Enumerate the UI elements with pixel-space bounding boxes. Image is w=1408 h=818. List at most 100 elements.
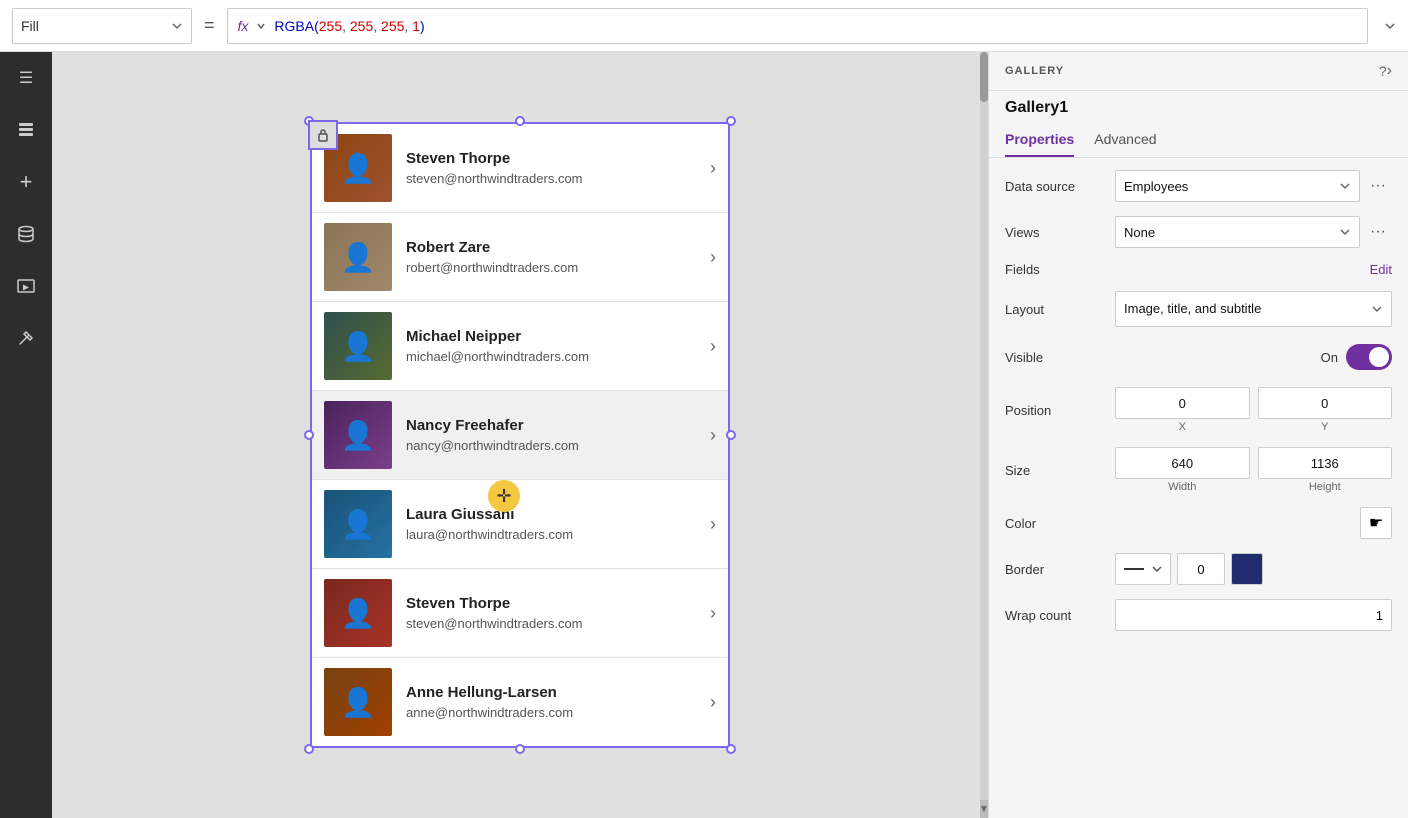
equals-sign: = [200,15,219,36]
handle-br[interactable] [726,744,736,754]
gallery-item[interactable]: 👤 Laura Giussani laura@northwindtraders.… [312,480,728,569]
data-source-selected: Employees [1124,179,1339,194]
views-dropdown[interactable]: None [1115,216,1360,248]
add-icon[interactable]: + [8,164,44,200]
canvas-scroll-down[interactable]: ▼ [980,800,988,818]
data-source-value: Employees ··· [1115,170,1392,202]
position-x-input[interactable] [1115,387,1250,419]
handle-tr[interactable] [726,116,736,126]
color-label: Color [1005,516,1115,531]
border-thickness-input[interactable] [1177,553,1225,585]
canvas-scrollbar-thumb[interactable] [980,52,988,102]
gallery-item[interactable]: 👤 Robert Zare robert@northwindtraders.co… [312,213,728,302]
position-label: Position [1005,403,1115,418]
item-chevron-icon[interactable]: › [710,336,716,357]
panel-collapse-button[interactable]: › [1387,62,1392,80]
layers-icon[interactable] [8,112,44,148]
border-style-button[interactable] [1115,553,1171,585]
size-width-col: Width [1115,447,1250,493]
wrap-count-input[interactable] [1115,599,1392,631]
size-height-col: Height [1258,447,1393,493]
visible-row: Visible On [1005,341,1392,373]
item-chevron-icon[interactable]: › [710,158,716,179]
tab-properties[interactable]: Properties [1005,123,1074,157]
views-label: Views [1005,225,1115,240]
formula-bar-chevron-icon[interactable] [1384,20,1396,32]
position-y-input[interactable] [1258,387,1393,419]
views-row: Views None ··· [1005,216,1392,248]
gallery-item[interactable]: 👤 Nancy Freehafer nancy@northwindtraders… [312,391,728,480]
employee-email: steven@northwindtraders.com [406,171,704,186]
gallery-item[interactable]: 👤 Steven Thorpe steven@northwindtraders.… [312,124,728,213]
border-color-button[interactable] [1231,553,1263,585]
item-chevron-icon[interactable]: › [710,603,716,624]
item-chevron-icon[interactable]: › [710,425,716,446]
tab-advanced[interactable]: Advanced [1094,123,1156,157]
employee-name: Laura Giussani [406,506,704,523]
move-cursor-icon[interactable]: ✛ [488,480,520,512]
gallery-info: Michael Neipper michael@northwindtraders… [392,328,704,364]
gallery-info: Laura Giussani laura@northwindtraders.co… [392,506,704,542]
visible-toggle[interactable] [1346,344,1392,370]
gallery-info: Steven Thorpe steven@northwindtraders.co… [392,595,704,631]
gallery-info: Robert Zare robert@northwindtraders.com [392,239,704,275]
fill-select[interactable]: Fill [12,8,192,44]
fields-label: Fields [1005,262,1370,277]
help-icon[interactable]: ? [1379,63,1387,79]
position-xy: X Y [1115,387,1392,433]
color-picker-button[interactable]: ☛ [1360,507,1392,539]
handle-bm[interactable] [515,744,525,754]
gallery-item[interactable]: 👤 Michael Neipper michael@northwindtrade… [312,302,728,391]
canvas-area[interactable]: ✛ 👤 Steven Thorpe steven@northwindtrader… [52,52,988,818]
color-row: Color ☛ [1005,507,1392,539]
border-style-chevron-icon [1152,564,1162,574]
employee-name: Steven Thorpe [406,150,704,167]
wrap-count-row: Wrap count [1005,599,1392,631]
data-source-more-button[interactable]: ··· [1364,172,1392,200]
gallery-widget[interactable]: 👤 Steven Thorpe steven@northwindtraders.… [310,122,730,748]
size-inputs: Width Height [1115,447,1392,493]
employee-name: Robert Zare [406,239,704,256]
toggle-knob [1369,347,1389,367]
formula-bar[interactable]: fx RGBA(255, 255, 255, 1) [227,8,1368,44]
fx-chevron-icon [256,21,266,31]
avatar: 👤 [324,401,392,469]
position-x-col: X [1115,387,1250,433]
item-chevron-icon[interactable]: › [710,514,716,535]
canvas-scrollbar[interactable]: ▼ [980,52,988,818]
position-row: Position X Y [1005,387,1392,433]
views-chevron-icon [1339,226,1351,238]
data-source-dropdown[interactable]: Employees [1115,170,1360,202]
item-chevron-icon[interactable]: › [710,692,716,713]
wrap-count-label: Wrap count [1005,608,1115,623]
layout-dropdown[interactable]: Image, title, and subtitle [1115,291,1392,327]
views-more-button[interactable]: ··· [1364,218,1392,246]
size-height-input[interactable] [1258,447,1393,479]
media-icon[interactable] [8,268,44,304]
border-controls [1115,553,1392,585]
gallery-item[interactable]: 👤 Steven Thorpe steven@northwindtraders.… [312,569,728,658]
formula-text: RGBA(255, 255, 255, 1) [274,18,424,34]
employee-name: Nancy Freehafer [406,417,704,434]
size-width-input[interactable] [1115,447,1250,479]
wrap-count-value [1115,599,1392,631]
layout-value: Image, title, and subtitle [1115,291,1392,327]
panel-section-label: GALLERY [1005,65,1373,77]
fill-chevron-icon [171,20,183,32]
handle-mr[interactable] [726,430,736,440]
gallery-item[interactable]: 👤 Anne Hellung-Larsen anne@northwindtrad… [312,658,728,746]
fields-edit-link[interactable]: Edit [1370,262,1392,277]
employee-email: robert@northwindtraders.com [406,260,704,275]
gallery-lock-icon[interactable] [308,120,338,150]
employee-email: laura@northwindtraders.com [406,527,704,542]
layout-row: Layout Image, title, and subtitle [1005,291,1392,327]
avatar: 👤 [324,668,392,736]
handle-bl[interactable] [304,744,314,754]
database-icon[interactable] [8,216,44,252]
handle-tm[interactable] [515,116,525,126]
menu-icon[interactable]: ☰ [8,60,44,96]
handle-ml[interactable] [304,430,314,440]
item-chevron-icon[interactable]: › [710,247,716,268]
tools-icon[interactable] [8,320,44,356]
border-line-icon [1124,568,1144,570]
